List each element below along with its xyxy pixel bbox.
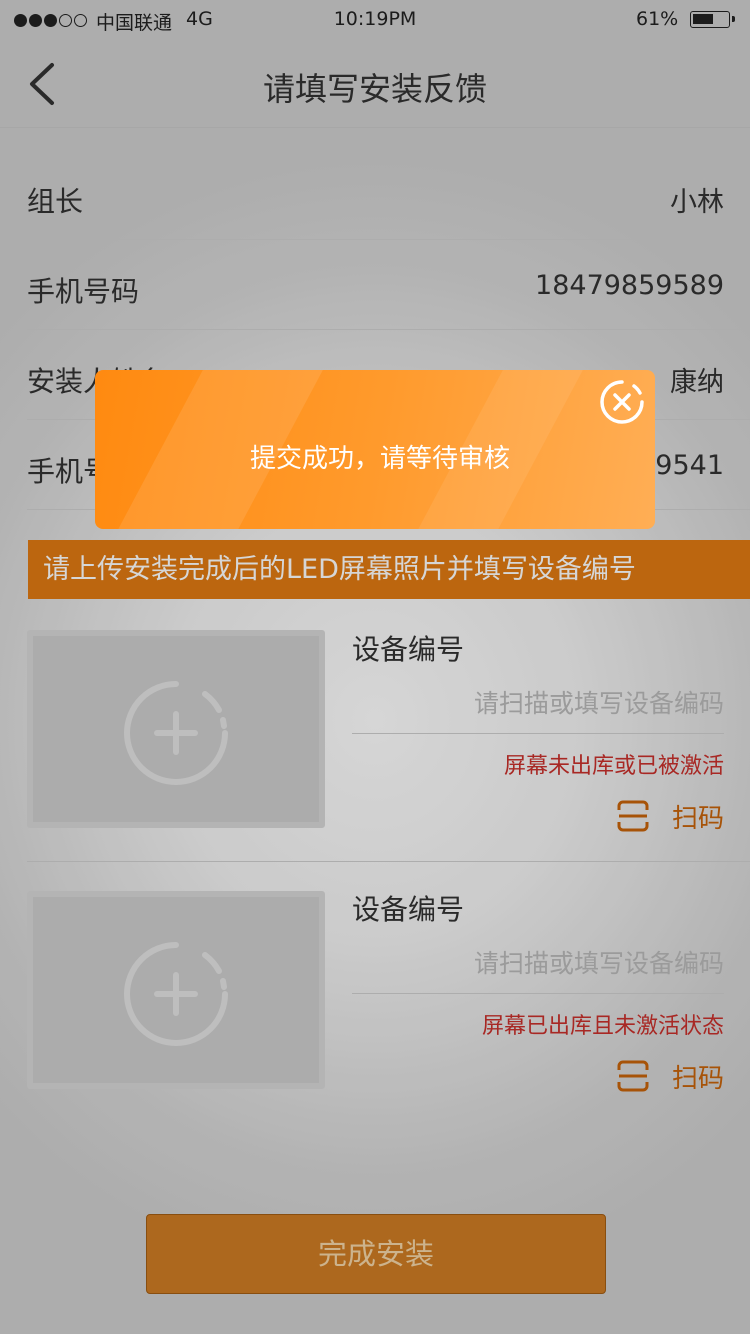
modal-overlay <box>0 0 750 1334</box>
close-circle-icon[interactable] <box>599 379 645 425</box>
toast-message: 提交成功，请等待审核 <box>249 444 510 474</box>
success-toast: 提交成功，请等待审核 <box>95 370 655 529</box>
page: 中国联通 4G 10:19PM 61% 请填写安装反馈 组长 小林 手机号码 1… <box>0 0 750 1334</box>
